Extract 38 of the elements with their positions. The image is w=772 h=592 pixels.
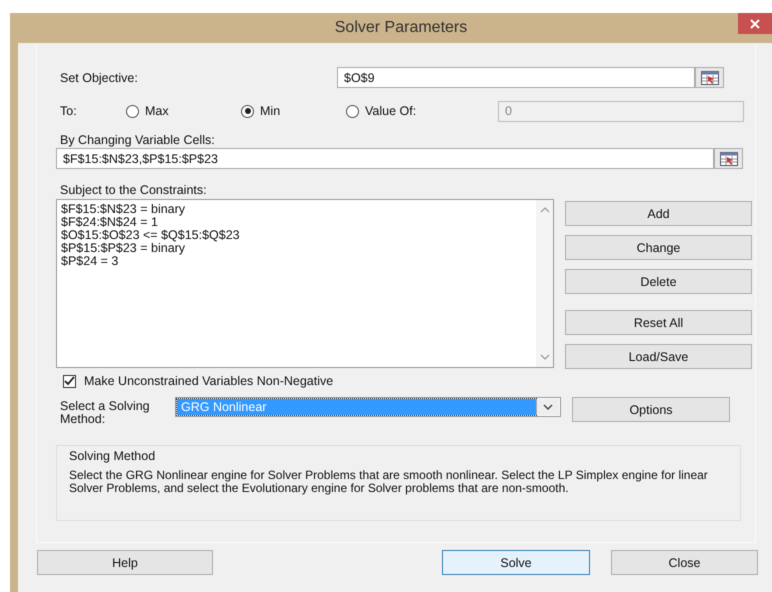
dialog-button[interactable]: Close: [611, 550, 758, 575]
radio-label[interactable]: Max: [145, 104, 169, 118]
close-icon[interactable]: [750, 18, 760, 28]
window-title: Solver Parameters: [334, 19, 468, 37]
collapse-dialog-button[interactable]: [695, 67, 724, 88]
radio-label[interactable]: Min: [260, 104, 280, 118]
chevron-down-icon[interactable]: [543, 404, 553, 410]
options-button[interactable]: Options: [572, 397, 730, 422]
dialog-button[interactable]: Reset All: [565, 310, 752, 335]
checkbox-label[interactable]: Make Unconstrained Variables Non-Negative: [84, 374, 334, 388]
collapse-dialog-button[interactable]: [714, 148, 743, 169]
dialog-button[interactable]: Add: [565, 201, 752, 226]
description-text: Select the GRG Nonlinear engine for Solver Problems that are smooth nonlinear. Select the LP Simplex engine for linear Solver Problems, and select the Evolutionary engine for Solver problems that are non-smooth.: [69, 469, 709, 495]
checkbox[interactable]: [63, 374, 76, 388]
dialog-button[interactable]: Change: [565, 235, 752, 260]
radio-button[interactable]: [346, 104, 359, 118]
radio-button[interactable]: [126, 104, 139, 118]
list-item[interactable]: $F$24:$N$24 = 1: [61, 216, 532, 229]
list-item[interactable]: $F$15:$N$23 = binary: [61, 203, 532, 216]
constraints-list[interactable]: $F$15:$N$23 = binary $F$24:$N$24 = 1 $O$15:$O$23 <= $Q$15:$Q$23 $P$15:$P$23 = binary $P$24 = 3: [56, 199, 554, 368]
field-label: To:: [60, 104, 78, 118]
objective-field[interactable]: $O$9: [337, 67, 695, 88]
group-title: Solving Method: [69, 449, 156, 463]
list-item[interactable]: $O$15:$O$23 <= $Q$15:$Q$23: [61, 229, 532, 242]
dialog-button[interactable]: Load/Save: [565, 344, 752, 369]
field-label: Select a Solving Method:: [60, 400, 151, 426]
list-item[interactable]: $P$15:$P$23 = binary: [61, 242, 532, 255]
dialog-button[interactable]: Help: [37, 550, 213, 575]
dialog-button[interactable]: Delete: [565, 269, 752, 294]
field-label: Subject to the Constraints:: [60, 183, 208, 198]
variable-cells-field[interactable]: $F$15:$N$23,$P$15:$P$23: [56, 148, 714, 169]
dialog-button[interactable]: Solve: [442, 550, 590, 575]
field-label: Set Objective:: [60, 70, 139, 84]
field-label: By Changing Variable Cells:: [60, 133, 216, 148]
radio-label[interactable]: Value Of:: [365, 104, 416, 118]
close-button[interactable]: [738, 13, 772, 34]
list-item[interactable]: $P$24 = 3: [61, 255, 532, 268]
radio-button[interactable]: [241, 104, 254, 118]
